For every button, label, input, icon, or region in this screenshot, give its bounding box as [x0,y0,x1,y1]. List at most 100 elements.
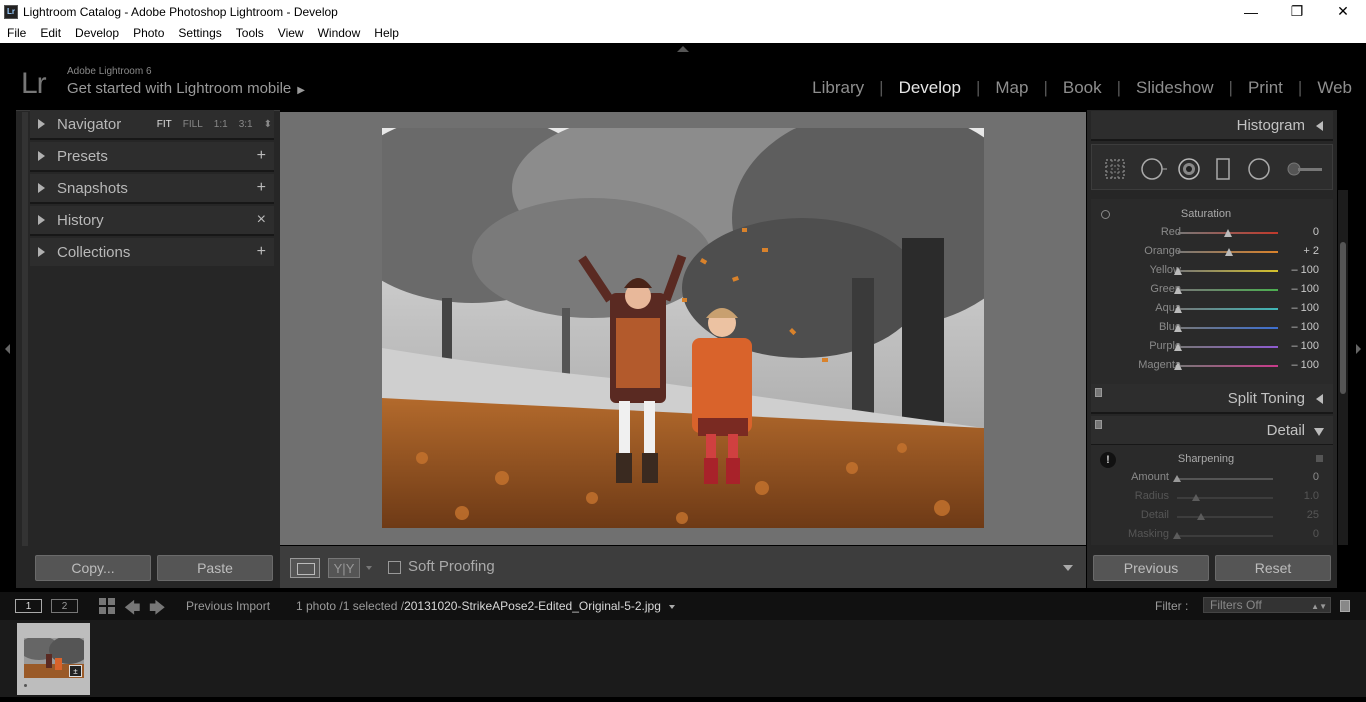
module-library[interactable]: Library [812,78,864,98]
slider-thumb[interactable] [1174,362,1182,370]
hsl-row-value[interactable]: – 100 [1291,340,1319,352]
slider-thumb[interactable] [1174,267,1182,275]
hsl-row-value[interactable]: – 100 [1291,321,1319,333]
filmstrip-thumbnail[interactable]: ± [17,623,90,695]
hsl-row-value[interactable]: – 100 [1291,283,1319,295]
sharpening-row-detail[interactable]: Detail 25 [1091,507,1333,526]
hsl-row-value[interactable]: 0 [1313,226,1319,238]
red-eye-icon[interactable] [1177,157,1201,181]
slider-thumb[interactable] [1173,532,1181,539]
zoom-1-1[interactable]: 1:1 [214,119,228,130]
add-preset-icon[interactable]: + [257,147,266,165]
hsl-row-magenta[interactable]: Magenta – 100 [1091,357,1333,376]
copy-settings-button[interactable]: Copy... [35,555,151,581]
mobile-cta[interactable]: Get started with Lightroom mobile ▶ [67,80,305,97]
right-panel-scrollbar[interactable] [1338,190,1348,545]
slider-thumb[interactable] [1197,513,1205,520]
maximize-button[interactable]: ❐ [1274,0,1320,23]
soft-proofing-checkbox[interactable] [388,561,401,574]
menu-tools[interactable]: Tools [229,26,271,40]
collapse-top-panel-icon[interactable] [677,46,689,52]
presets-header[interactable]: Presets + [30,142,274,172]
scrollbar-thumb[interactable] [1340,242,1346,394]
slider-thumb[interactable] [1174,343,1182,351]
history-header[interactable]: History × [30,206,274,236]
collapse-left-panel-icon[interactable] [5,344,10,354]
zoom-3-1[interactable]: 3:1 [239,119,253,130]
zoom-fill[interactable]: FILL [183,119,203,130]
hsl-row-value[interactable]: – 100 [1291,264,1319,276]
detail-preview-toggle-icon[interactable] [1316,455,1323,462]
collections-header[interactable]: Collections + [30,238,274,268]
slider-track[interactable] [1178,289,1278,291]
sharpening-row-amount[interactable]: Amount 0 [1091,469,1333,488]
minimize-button[interactable]: — [1228,0,1274,23]
filmstrip-selection-info[interactable]: 1 photo /1 selected /20131020-StrikeAPos… [296,599,675,613]
spot-removal-icon[interactable] [1140,157,1168,181]
navigator-header[interactable]: Navigator FIT FILL 1:1 3:1 ⬍ [30,110,274,140]
module-print[interactable]: Print [1248,78,1283,98]
filmstrip-source[interactable]: Previous Import [186,599,270,613]
module-map[interactable]: Map [995,78,1028,98]
previous-button[interactable]: Previous [1093,555,1209,581]
paste-settings-button[interactable]: Paste [157,555,273,581]
crop-overlay-icon[interactable] [1104,158,1126,180]
radial-filter-icon[interactable] [1247,157,1271,181]
loupe-view-button[interactable] [290,558,320,578]
hsl-row-value[interactable]: – 100 [1291,302,1319,314]
menu-photo[interactable]: Photo [126,26,171,40]
slider-thumb[interactable] [1192,494,1201,501]
zoom-fit[interactable]: FIT [157,119,172,130]
histogram-header[interactable]: Histogram [1091,111,1333,141]
module-book[interactable]: Book [1063,78,1102,98]
hsl-row-orange[interactable]: Orange + 2 [1091,243,1333,262]
slider-thumb[interactable] [1174,286,1182,294]
zoom-more-icon[interactable]: ⬍ [264,119,272,130]
menu-window[interactable]: Window [311,26,368,40]
menu-edit[interactable]: Edit [33,26,68,40]
module-slideshow[interactable]: Slideshow [1136,78,1214,98]
slider-track[interactable] [1177,535,1273,537]
slider-track[interactable] [1178,365,1278,367]
sharpening-row-radius[interactable]: Radius 1.0 [1091,488,1333,507]
sharpening-row-value[interactable]: 0 [1313,528,1319,540]
menu-view[interactable]: View [271,26,311,40]
detail-header[interactable]: Detail [1091,416,1333,446]
module-web[interactable]: Web [1317,78,1352,98]
hsl-row-green[interactable]: Green – 100 [1091,281,1333,300]
slider-thumb[interactable] [1174,305,1182,313]
add-snapshot-icon[interactable]: + [257,179,266,197]
grid-view-icon[interactable] [99,598,115,614]
snapshots-header[interactable]: Snapshots + [30,174,274,204]
before-after-dropdown-icon[interactable] [366,566,372,570]
main-window-button[interactable]: 1 [15,599,42,613]
collapse-right-panel-icon[interactable] [1356,344,1361,354]
panel-toggle-switch[interactable] [1095,388,1102,397]
edited-photo[interactable] [382,128,984,528]
hsl-row-aqua[interactable]: Aqua – 100 [1091,300,1333,319]
hsl-row-purple[interactable]: Purple – 100 [1091,338,1333,357]
adjustment-brush-icon[interactable] [1284,160,1324,178]
slider-thumb[interactable] [1224,229,1232,237]
panel-toggle-switch[interactable] [1095,420,1102,429]
hsl-row-blue[interactable]: Blue – 100 [1091,319,1333,338]
add-collection-icon[interactable]: + [257,243,266,261]
sharpening-row-masking[interactable]: Masking 0 [1091,526,1333,545]
toolbar-content-dropdown-icon[interactable] [1063,565,1073,571]
slider-thumb[interactable] [1174,324,1182,332]
menu-develop[interactable]: Develop [68,26,126,40]
slider-thumb[interactable] [1173,475,1181,482]
slider-track[interactable] [1178,308,1278,310]
sharpening-row-value[interactable]: 25 [1307,509,1319,521]
sharpening-row-value[interactable]: 1.0 [1304,490,1319,502]
split-toning-header[interactable]: Split Toning [1091,384,1333,414]
slider-track[interactable] [1178,327,1278,329]
sharpening-row-value[interactable]: 0 [1313,471,1319,483]
clear-history-icon[interactable]: × [257,211,266,229]
slider-track[interactable] [1177,478,1273,480]
secondary-window-button[interactable]: 2 [51,599,78,613]
filter-select[interactable]: Filters Off ▲▼ [1203,597,1331,613]
before-after-button[interactable]: Y|Y [328,558,360,578]
slider-track[interactable] [1178,346,1278,348]
slider-track[interactable] [1178,270,1278,272]
